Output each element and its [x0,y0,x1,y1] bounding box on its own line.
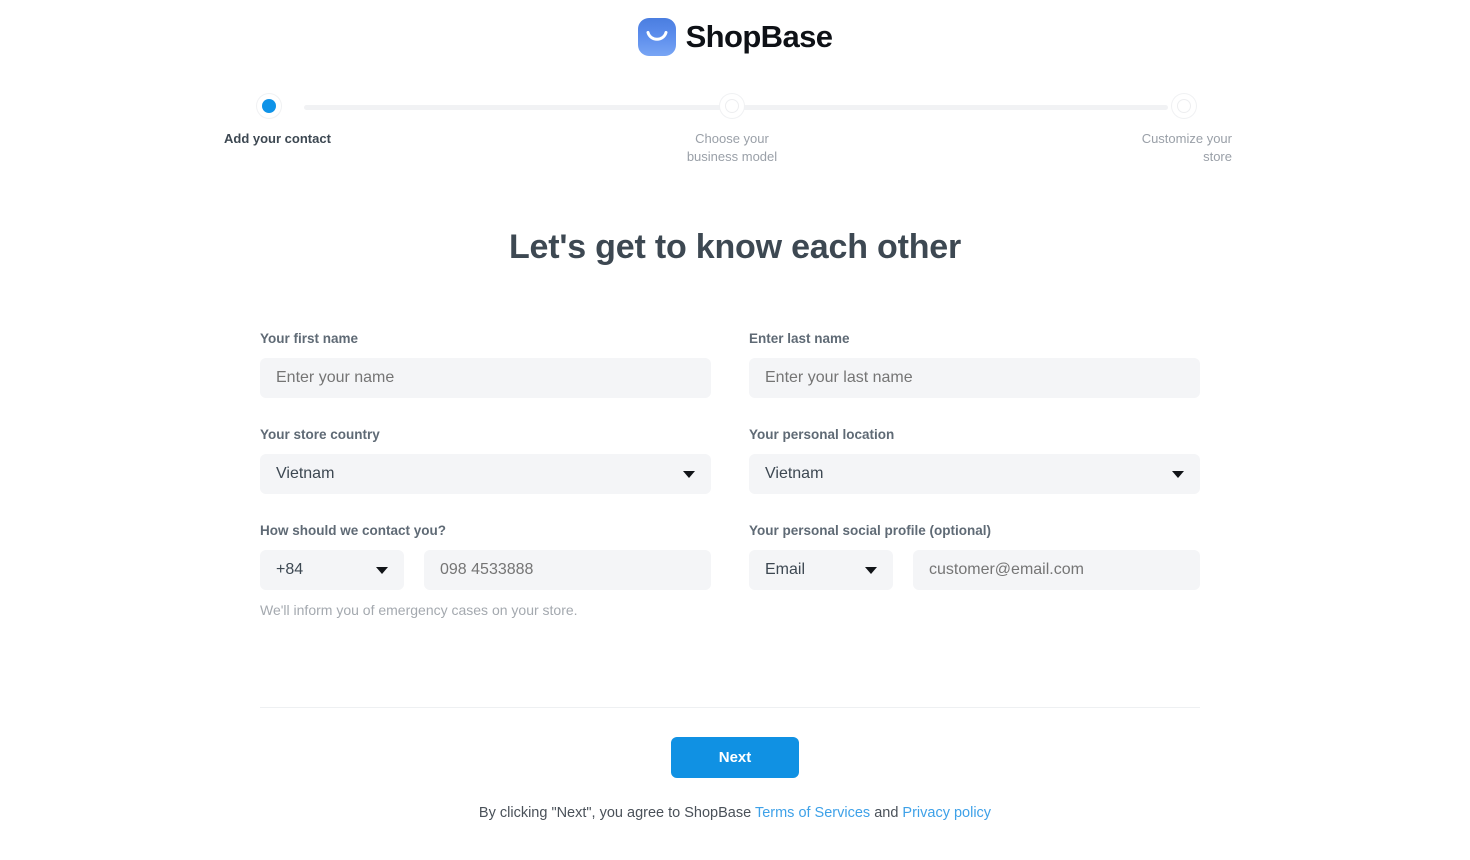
social-channel-select[interactable]: Email [749,550,893,590]
contact-form: Your first name Enter last name Your sto… [260,330,1200,647]
stepper-dot-holder [652,94,812,119]
field-social-profile: Your personal social profile (optional) … [749,522,1200,619]
stepper-dot-holder [1072,94,1232,119]
phone-input[interactable] [424,550,711,590]
stepper-dot-inactive [1172,94,1196,118]
form-row-contact: How should we contact you? +84 We'll inf… [260,522,1200,619]
brand-name: ShopBase [685,19,833,54]
onboarding-page: ShopBase Add your contact Choose your bu… [0,0,1470,860]
form-row-countries: Your store country Vietnam Your personal… [260,426,1200,494]
stepper-label-2-line1: Choose your [695,131,769,146]
contact-label: How should we contact you? [260,523,447,538]
store-country-value: Vietnam [276,465,335,482]
next-button[interactable]: Next [671,737,799,778]
personal-location-label: Your personal location [749,427,895,442]
contact-inputs: +84 [260,550,711,590]
form-row-names: Your first name Enter last name [260,330,1200,398]
stepper-dot-inner [262,99,276,113]
personal-location-select[interactable]: Vietnam [749,454,1200,494]
social-profile-input[interactable] [913,550,1200,590]
social-channel-value: Email [765,561,806,578]
last-name-input[interactable] [749,358,1200,398]
social-profile-label: Your personal social profile (optional) [749,523,992,538]
stepper-step-business-model[interactable]: Choose your business model [652,94,812,166]
terms-text: By clicking "Next", you agree to ShopBas… [0,803,1470,823]
section-divider [260,707,1200,708]
field-store-country: Your store country Vietnam [260,426,711,494]
form-footer: Next By clicking "Next", you agree to Sh… [0,737,1470,823]
field-last-name: Enter last name [749,330,1200,398]
last-name-label: Enter last name [749,331,850,346]
stepper-dot-inner [725,99,739,113]
stepper-label-3-line1: Customize your [1141,131,1232,146]
social-profile-inputs: Email [749,550,1200,590]
stepper-dot-active [257,94,281,118]
terms-prefix: By clicking "Next", you agree to ShopBas… [478,805,755,821]
store-country-select[interactable]: Vietnam [260,454,711,494]
personal-location-value: Vietnam [765,465,824,482]
progress-stepper: Add your contact Choose your business mo… [224,94,1232,177]
shopbase-smile-icon [637,18,676,56]
stepper-label-2: Choose your business model [652,130,812,166]
first-name-label: Your first name [260,331,359,346]
terms-middle: and [870,805,903,821]
stepper-label-2-line2: business model [686,149,778,164]
field-first-name: Your first name [260,330,711,398]
stepper-label-1: Add your contact [224,131,331,146]
stepper-label-3: Customize your store [1072,130,1232,166]
stepper-step-customize-store[interactable]: Customize your store [1072,94,1232,166]
chevron-down-icon [376,566,388,574]
page-title: Let's get to know each other [508,228,962,266]
contact-helper-text: We'll inform you of emergency cases on y… [260,602,578,618]
chevron-down-icon [683,470,695,478]
brand-logo: ShopBase [0,18,1470,56]
dial-code-select[interactable]: +84 [260,550,404,590]
stepper-dot-holder [224,94,384,119]
terms-of-services-link[interactable]: Terms of Services [755,805,870,821]
store-country-label: Your store country [260,427,380,442]
field-personal-location: Your personal location Vietnam [749,426,1200,494]
chevron-down-icon [1172,470,1184,478]
dial-code-value: +84 [276,561,304,578]
stepper-label-3-line2: store [1203,149,1232,164]
first-name-input[interactable] [260,358,711,398]
chevron-down-icon [865,566,877,574]
stepper-step-add-contact[interactable]: Add your contact [224,94,384,148]
field-contact: How should we contact you? +84 We'll inf… [260,522,711,619]
stepper-dot-inner [1177,99,1191,113]
stepper-dot-inactive [720,94,744,118]
privacy-policy-link[interactable]: Privacy policy [902,805,991,821]
